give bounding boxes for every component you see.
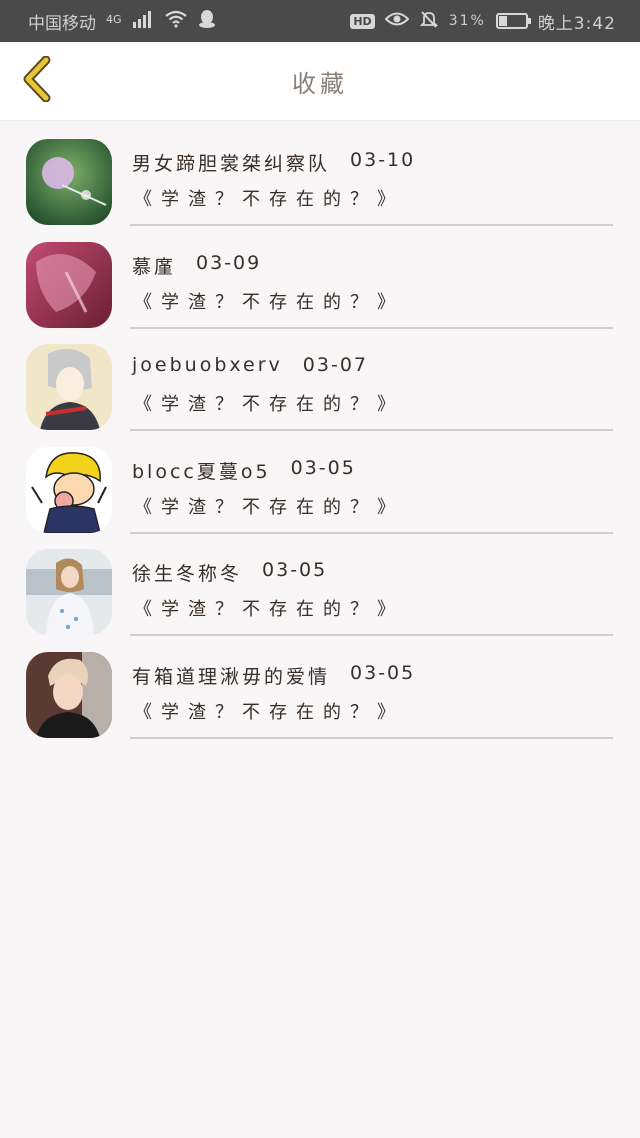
- avatar[interactable]: [26, 139, 112, 225]
- list-item[interactable]: 男女蹄胆裳桀纠察队 03-10 《学渣？不存在的？》: [0, 129, 640, 232]
- author-name: blocc夏蔓o5: [132, 460, 271, 483]
- avatar[interactable]: [26, 651, 112, 738]
- date-label: 03-05: [290, 456, 356, 479]
- list-item[interactable]: 慕廑 03-09 《学渣？不存在的？》: [0, 232, 640, 335]
- hd-icon: HD: [350, 13, 375, 29]
- book-title: 《学渣？不存在的？》: [134, 189, 404, 210]
- status-bar: 中国移动 4G HD 31% 晚上3:42: [0, 0, 640, 42]
- avatar[interactable]: [26, 549, 112, 635]
- favorite-entry: 男女蹄胆裳桀纠察队 03-10 《学渣？不存在的？》: [130, 129, 613, 226]
- favorite-entry: 徐生冬称冬 03-05 《学渣？不存在的？》: [130, 539, 613, 636]
- book-title: 《学渣？不存在的？》: [134, 291, 404, 313]
- favorite-entry: 慕廑 03-09 《学渣？不存在的？》: [130, 232, 613, 329]
- clock: 晚上3:42: [537, 13, 616, 34]
- avatar[interactable]: [26, 241, 112, 328]
- book-title: 《学渣？不存在的？》: [134, 701, 404, 723]
- battery-icon: [495, 13, 531, 29]
- list-item[interactable]: 有箱道理湫毋的爱情 03-05 《学渣？不存在的？》: [0, 642, 640, 745]
- qq-icon: [198, 9, 216, 33]
- carrier-label: 中国移动: [28, 13, 96, 34]
- list-item[interactable]: blocc夏蔓o5 03-05 《学渣？不存在的？》: [0, 437, 640, 540]
- author-name: 徐生冬称冬: [132, 563, 243, 585]
- author-name: joebuobxerv: [132, 354, 283, 376]
- app-header: 收藏: [0, 42, 640, 121]
- network-type-label: 4G: [106, 12, 122, 26]
- page-title: 收藏: [292, 69, 348, 98]
- avatar[interactable]: [26, 344, 112, 430]
- list-item[interactable]: 徐生冬称冬 03-05 《学渣？不存在的？》: [0, 539, 640, 642]
- wifi-icon: [164, 10, 188, 32]
- list-item[interactable]: joebuobxerv 03-07 《学渣？不存在的？》: [0, 334, 640, 437]
- signal-icon: [132, 10, 154, 32]
- author-name: 男女蹄胆裳桀纠察队: [132, 153, 331, 175]
- author-name: 有箱道理湫毋的爱情: [132, 665, 331, 688]
- date-label: 03-05: [350, 661, 416, 684]
- date-label: 03-05: [262, 559, 328, 581]
- avatar[interactable]: [26, 446, 112, 533]
- author-name: 慕廑: [132, 255, 177, 278]
- eye-icon: [384, 11, 410, 31]
- book-title: 《学渣？不存在的？》: [134, 394, 404, 415]
- favorites-list: 男女蹄胆裳桀纠察队 03-10 《学渣？不存在的？》 慕廑 03-09 《学渣？不存…: [0, 121, 640, 744]
- favorite-entry: joebuobxerv 03-07 《学渣？不存在的？》: [130, 334, 613, 431]
- date-label: 03-09: [196, 251, 262, 274]
- battery-percent: 31%: [448, 13, 486, 29]
- favorite-entry: 有箱道理湫毋的爱情 03-05 《学渣？不存在的？》: [130, 642, 613, 739]
- date-label: 03-10: [350, 149, 416, 171]
- favorite-entry: blocc夏蔓o5 03-05 《学渣？不存在的？》: [130, 437, 613, 534]
- date-label: 03-07: [302, 354, 369, 376]
- book-title: 《学渣？不存在的？》: [134, 496, 404, 518]
- book-title: 《学渣？不存在的？》: [134, 599, 404, 620]
- mute-bell-icon: [419, 9, 439, 33]
